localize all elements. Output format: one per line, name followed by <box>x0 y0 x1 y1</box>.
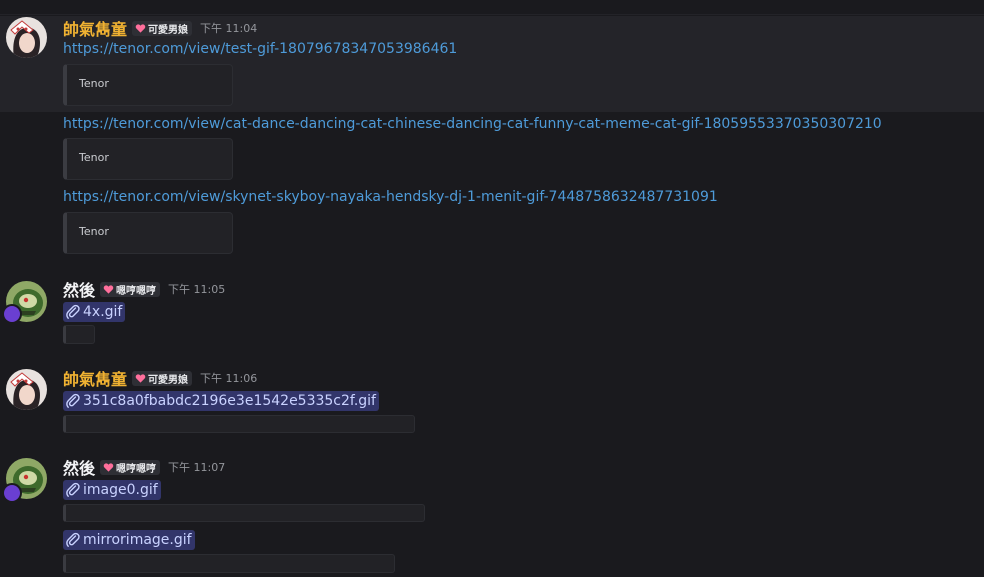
role-badge-label: 嗯哼嗯哼 <box>116 285 157 297</box>
username[interactable]: 然後 <box>63 455 95 479</box>
avatar-decoration-icon <box>4 306 20 322</box>
message-header: 然後 嗯哼嗯哼 下午 11:07 <box>63 455 225 479</box>
role-badge[interactable]: 嗯哼嗯哼 <box>100 459 161 475</box>
username[interactable]: 帥氣雋童 <box>63 366 127 390</box>
channel-top-edge <box>0 0 984 15</box>
role-badge[interactable]: 可愛男娘 <box>132 20 193 36</box>
embed-provider: Tenor <box>79 77 109 90</box>
attachment-filename: mirrorimage.gif <box>83 532 192 548</box>
message-header: 帥氣雋童 可愛男娘 下午 11:04 <box>63 16 257 40</box>
timestamp[interactable]: 下午 11:04 <box>200 20 257 36</box>
paperclip-icon <box>66 393 80 408</box>
role-badge[interactable]: 可愛男娘 <box>132 370 193 386</box>
heart-icon <box>103 284 114 294</box>
paperclip-icon <box>66 532 80 547</box>
attachment-preview[interactable] <box>63 325 95 344</box>
message-header: 然後 嗯哼嗯哼 下午 11:05 <box>63 277 225 301</box>
tenor-link[interactable]: https://tenor.com/view/test-gif-18079678… <box>63 41 457 57</box>
message-header: 帥氣雋童 可愛男娘 下午 11:06 <box>63 366 257 390</box>
attachment-preview[interactable] <box>63 415 415 433</box>
attachment-filename: 4x.gif <box>83 304 123 320</box>
timestamp[interactable]: 下午 11:05 <box>168 281 225 297</box>
avatar-decoration-icon <box>4 485 20 501</box>
role-badge-label: 可愛男娘 <box>148 374 189 386</box>
tenor-embed[interactable]: Tenor <box>63 64 233 106</box>
attachment-link[interactable]: 4x.gif <box>63 302 126 322</box>
attachment-link[interactable]: 351c8a0fbabdc2196e3e1542e5335c2f.gif <box>63 391 379 411</box>
attachment-filename: 351c8a0fbabdc2196e3e1542e5335c2f.gif <box>83 393 376 409</box>
tenor-link[interactable]: https://tenor.com/view/cat-dance-dancing… <box>63 116 882 132</box>
paperclip-icon <box>66 482 80 497</box>
attachment-link[interactable]: image0.gif <box>63 480 161 500</box>
attachment-link[interactable]: mirrorimage.gif <box>63 530 195 550</box>
heart-icon <box>135 23 146 33</box>
tenor-link[interactable]: https://tenor.com/view/skynet-skyboy-nay… <box>63 189 718 205</box>
embed-provider: Tenor <box>79 151 109 164</box>
role-badge-label: 可愛男娘 <box>148 24 189 36</box>
username[interactable]: 然後 <box>63 277 95 301</box>
avatar[interactable] <box>6 17 47 58</box>
avatar[interactable] <box>6 369 47 410</box>
attachment-preview[interactable] <box>63 554 395 573</box>
timestamp[interactable]: 下午 11:06 <box>200 370 257 386</box>
role-badge-label: 嗯哼嗯哼 <box>116 463 157 475</box>
username[interactable]: 帥氣雋童 <box>63 16 127 40</box>
heart-icon <box>103 462 114 472</box>
tenor-embed[interactable]: Tenor <box>63 138 233 180</box>
paperclip-icon <box>66 304 80 319</box>
role-badge[interactable]: 嗯哼嗯哼 <box>100 281 161 297</box>
heart-icon <box>135 373 146 383</box>
attachment-filename: image0.gif <box>83 482 158 498</box>
attachment-preview[interactable] <box>63 504 425 522</box>
embed-provider: Tenor <box>79 225 109 238</box>
tenor-embed[interactable]: Tenor <box>63 212 233 254</box>
timestamp[interactable]: 下午 11:07 <box>168 459 225 475</box>
